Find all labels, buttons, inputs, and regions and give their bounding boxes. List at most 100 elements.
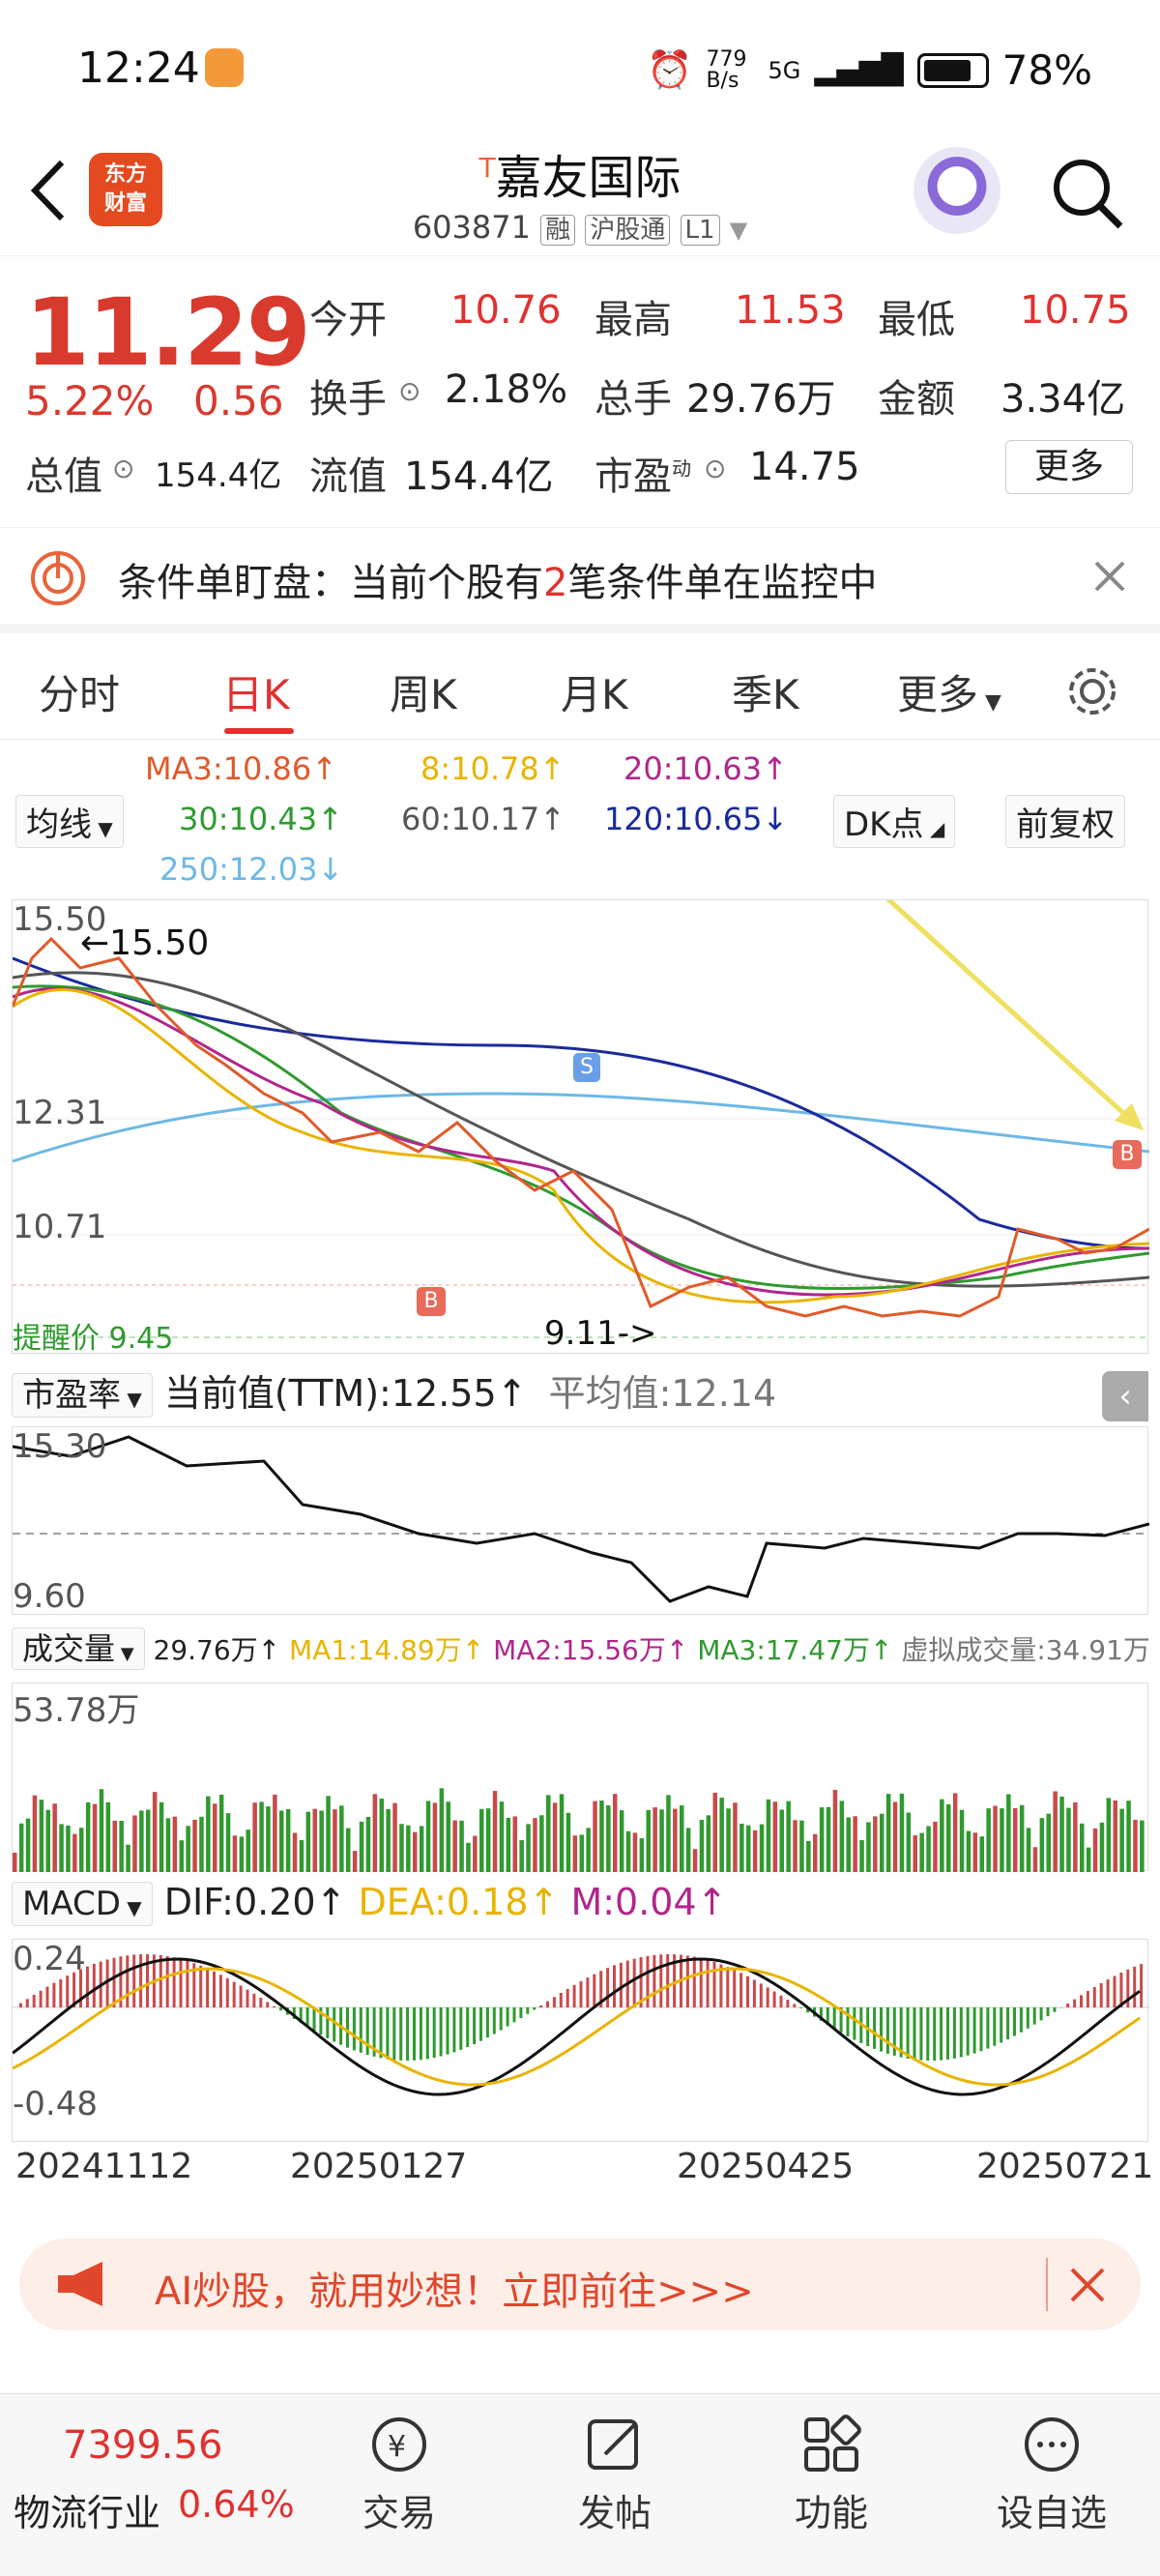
dk-point-button[interactable]: DK点 ◢ (833, 795, 956, 848)
macd-bar (392, 2007, 396, 2061)
volume-bar (413, 1831, 418, 1872)
macd-bar (32, 1994, 36, 2007)
volume-bar (419, 1826, 424, 1872)
pe-average: 平均值:12.14 (548, 1372, 777, 1415)
nav-functions[interactable]: 功能 (754, 2414, 909, 2536)
industry-name[interactable]: 物流行业 (14, 2483, 160, 2536)
volume-bar (685, 1828, 691, 1872)
buy-signal-marker[interactable]: B (417, 1287, 446, 1316)
assistant-robot-icon[interactable] (914, 147, 1000, 234)
macd-bar (379, 2007, 383, 2059)
macd-bar (940, 2007, 943, 2061)
volume-bar (25, 1818, 31, 1872)
volume-bar (485, 1808, 491, 1872)
alert-price-label[interactable]: 提醒价 9.45 (13, 1314, 173, 1357)
gear-icon[interactable] (1063, 662, 1121, 720)
info-icon[interactable]: ⊙ (398, 375, 420, 407)
level-tag: L1 (680, 215, 720, 246)
macd-bar (126, 1955, 130, 2007)
volume-bar (312, 1808, 317, 1872)
volume-bar (639, 1838, 645, 1872)
volume-bar (266, 1806, 271, 1872)
tab-monthly-k[interactable]: 月K (561, 662, 628, 721)
macd-bar (706, 1959, 710, 2007)
volume-bar (499, 1801, 505, 1872)
volume-bar (619, 1810, 624, 1872)
volume-bar (539, 1815, 544, 1872)
pe-y-top: 15.30 (13, 1427, 107, 1466)
pe-value: 14.75 (749, 445, 860, 489)
macd-bar (593, 1974, 596, 2007)
volume-bar (986, 1808, 991, 1872)
pe-selector[interactable]: 市盈率 ▼ (12, 1373, 153, 1418)
macd-dea: DEA:0.18↑ (358, 1881, 560, 1923)
volume-bar (906, 1812, 912, 1872)
nav-post[interactable]: 发帖 (537, 2414, 692, 2536)
dropdown-triangle-icon[interactable]: ▼ (730, 217, 747, 244)
industry-index-value[interactable]: 7399.56 (63, 2423, 222, 2468)
sell-signal-marker[interactable]: S (573, 1053, 600, 1082)
tab-quarterly-k[interactable]: 季K (732, 662, 799, 721)
more-button[interactable]: 更多 (1005, 440, 1133, 494)
macd-bar (952, 2007, 956, 2059)
volume-bar (579, 1834, 584, 1872)
volume-bar (779, 1809, 784, 1872)
tab-timeshare[interactable]: 分时 (39, 662, 120, 721)
volume-bar (339, 1805, 344, 1872)
nav-add-watchlist[interactable]: 设自选 (974, 2414, 1129, 2536)
volume-bar (1140, 1820, 1145, 1872)
volume-bar (1073, 1801, 1078, 1872)
tab-daily-k[interactable]: 日K (222, 662, 290, 721)
close-icon[interactable] (1068, 2266, 1107, 2304)
ai-promo-banner[interactable]: AI炒股，就用妙想！立即前往>>> (19, 2239, 1141, 2330)
tab-more[interactable]: 更多 ▼ (897, 662, 1001, 721)
macd-bar (752, 1979, 756, 2007)
nav-trade[interactable]: ¥ 交易 (322, 2414, 477, 2536)
volume-bar (105, 1801, 111, 1872)
ma-selector[interactable]: 均线 ▼ (15, 795, 124, 848)
macd-bar (926, 2007, 930, 2061)
macd-bar (606, 1968, 610, 2007)
macd-bar (539, 2005, 543, 2007)
macd-bar (1039, 2007, 1043, 2021)
macd-bar (312, 2007, 316, 2032)
volume-bar (459, 1820, 464, 1872)
volume-bar (940, 1799, 944, 1872)
info-icon[interactable]: ⊙ (112, 453, 134, 484)
volume-bar (880, 1813, 884, 1872)
pe-chart[interactable]: 15.30 9.60 (12, 1426, 1150, 1616)
volume-chart[interactable]: 53.78万 (12, 1683, 1148, 1872)
volume-bar (786, 1800, 791, 1872)
tab-weekly-k[interactable]: 周K (390, 662, 457, 721)
macd-bar (746, 1976, 749, 2007)
target-icon (31, 551, 85, 605)
volume-bar (859, 1839, 864, 1872)
buy-signal-marker[interactable]: B (1113, 1140, 1142, 1169)
condition-order-banner[interactable]: 条件单盯盘：当前个股有2笔条件单在监控中 (0, 527, 1160, 633)
volume-bar (873, 1816, 878, 1872)
volume-bar (566, 1812, 571, 1872)
macd-selector[interactable]: MACD ▼ (12, 1882, 153, 1926)
macd-chart[interactable]: 0.24 -0.48 (12, 1939, 1149, 2142)
float-label: 流值 (309, 454, 387, 499)
adjust-mode-button[interactable]: 前复权 (1005, 795, 1125, 848)
info-icon[interactable]: ⊙ (704, 453, 726, 484)
volume-bar (966, 1830, 972, 1872)
macd-panel-header: MACD ▼ DIF:0.20↑ DEA:0.18↑ M:0.04↑ (12, 1881, 728, 1926)
volume-selector[interactable]: 成交量 ▼ (12, 1627, 145, 1670)
search-icon[interactable] (1049, 155, 1126, 232)
macd-bar (1140, 1964, 1144, 2007)
dropdown-triangle-icon: ▼ (120, 1896, 142, 1919)
kline-chart[interactable]: 15.50 12.31 10.71 ←15.50 9.11-> 提醒价 9.45… (11, 879, 1150, 1357)
turnover-label: 换手 (309, 377, 387, 422)
macd-bar (572, 1984, 576, 2007)
collapse-chevron-icon[interactable]: ‹ (1102, 1371, 1148, 1421)
macd-bar (172, 1957, 176, 2007)
volume-bar (1000, 1808, 1004, 1872)
volume-panel-header: 成交量 ▼ 29.76万↑ MA1:14.89万↑ MA2:15.56万↑ MA… (12, 1625, 1150, 1670)
ma3-value: MA3:10.86↑ (145, 750, 338, 787)
macd-bar (52, 1982, 56, 2007)
volume-bar (66, 1825, 71, 1872)
close-icon[interactable] (1092, 559, 1127, 594)
macd-bar (740, 1973, 743, 2007)
